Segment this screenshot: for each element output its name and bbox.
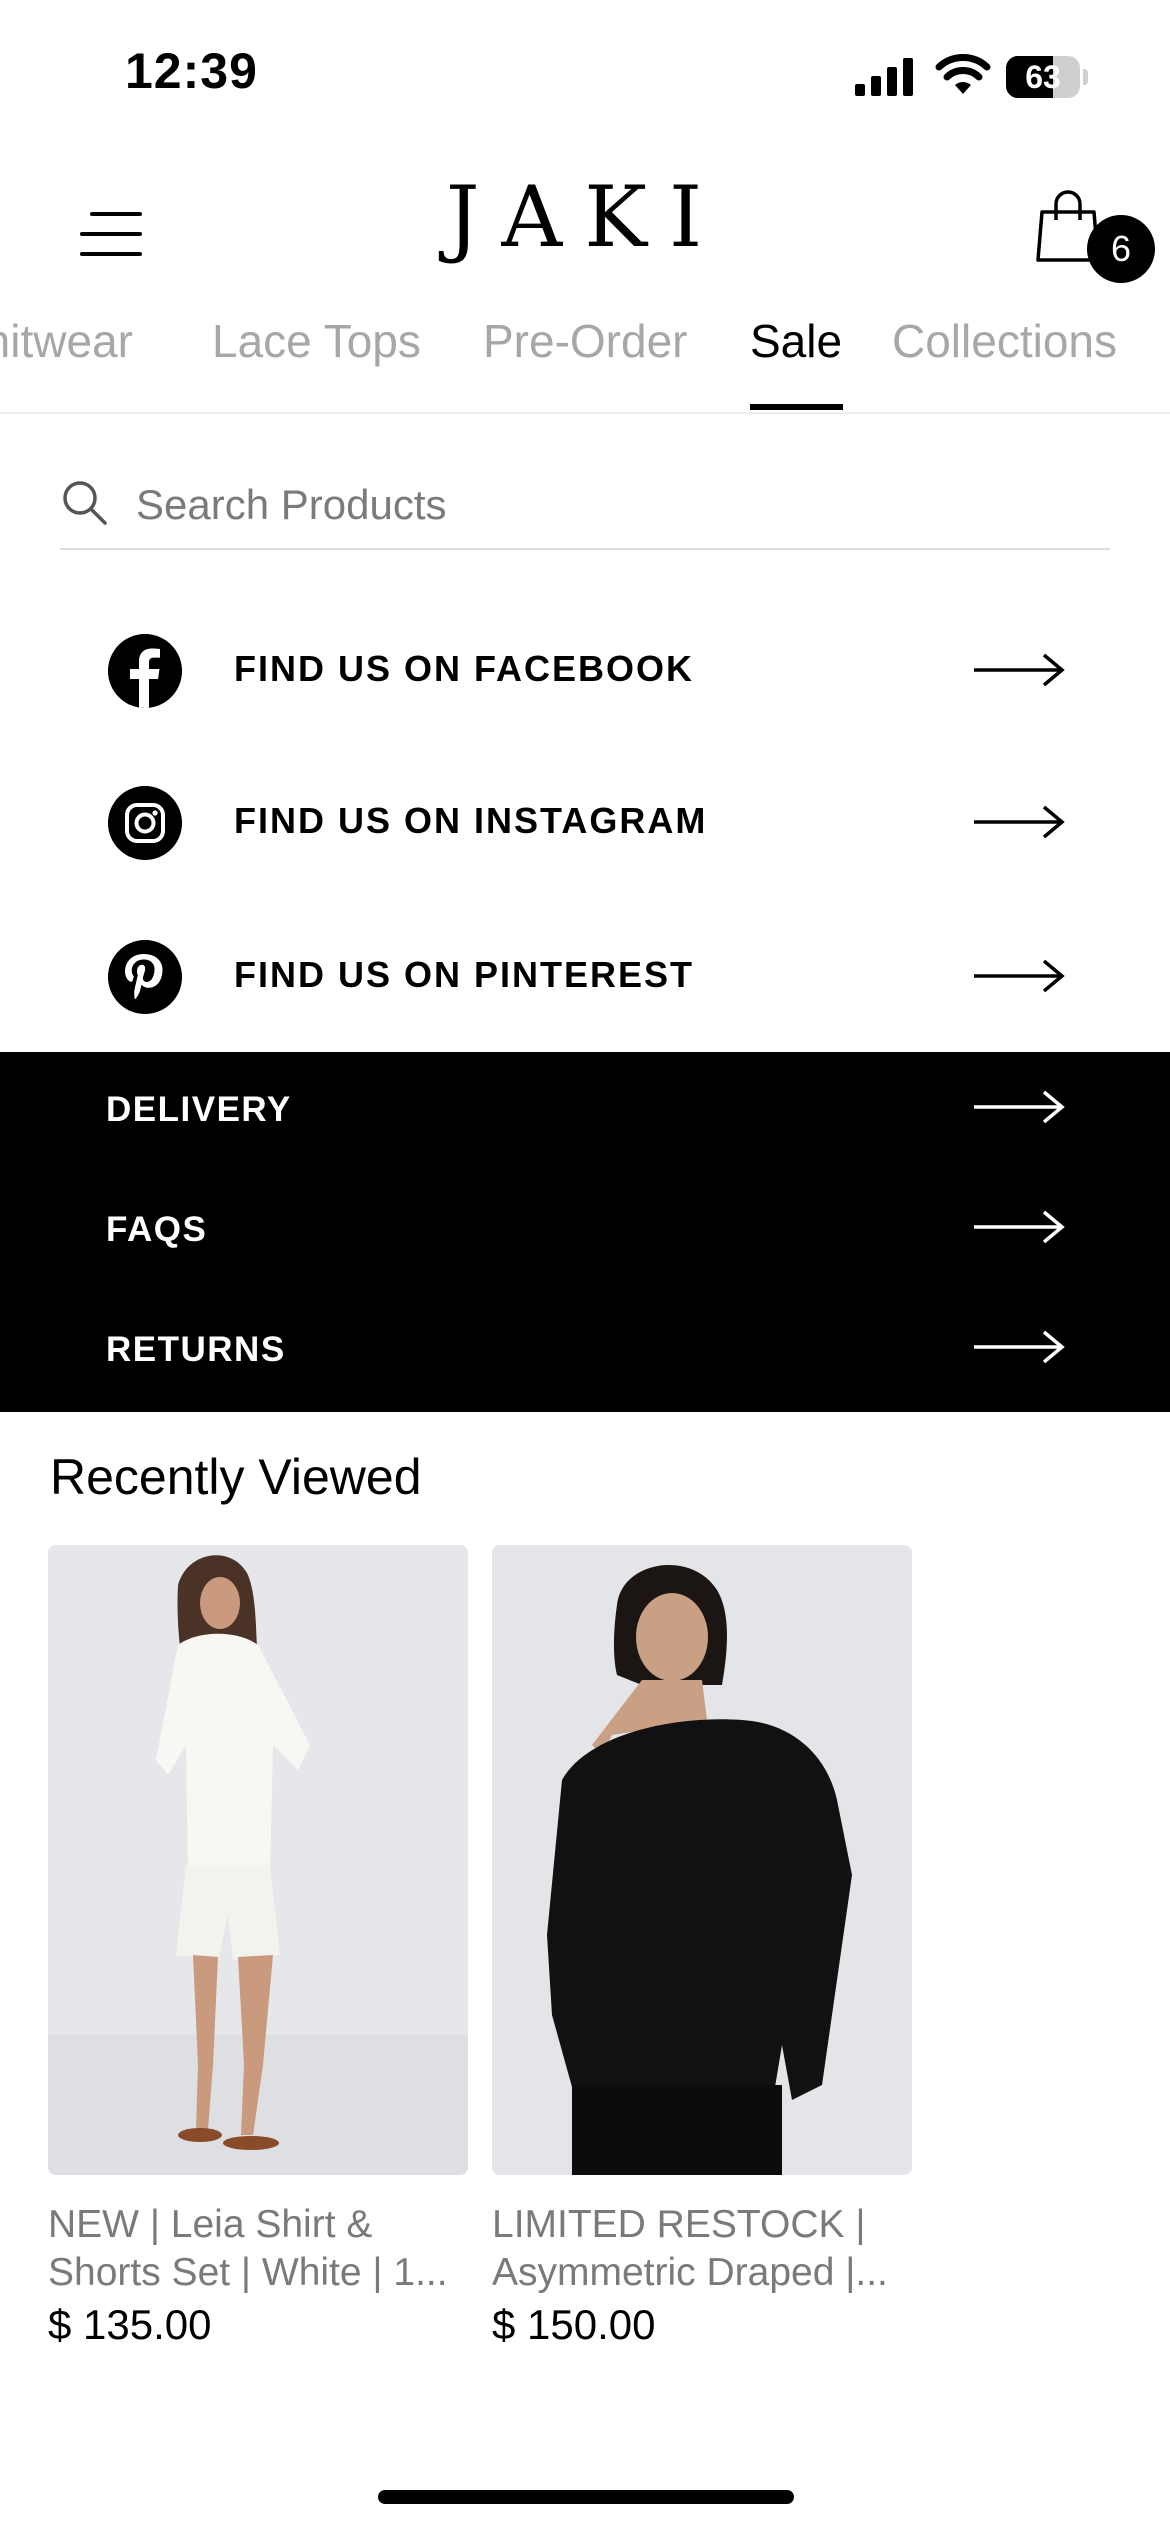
search-input[interactable] <box>136 470 1096 540</box>
status-bar: 12:39 63 <box>0 0 1170 150</box>
pinterest-icon <box>108 940 182 1014</box>
app-header: JAKI 6 <box>0 150 1170 320</box>
info-label: RETURNS <box>106 1330 286 1369</box>
social-link-facebook[interactable]: FIND US ON FACEBOOK <box>0 600 1170 740</box>
category-tabs: Knitwear Lace Tops Pre-Order Sale Collec… <box>0 300 1170 414</box>
product-name-line: LIMITED RESTOCK | <box>492 2203 866 2246</box>
product-price: $ 135.00 <box>48 2301 212 2348</box>
info-links-section: DELIVERY FAQS RETURNS <box>0 1052 1170 1412</box>
active-tab-underline <box>750 404 843 410</box>
social-link-instagram[interactable]: FIND US ON INSTAGRAM <box>0 752 1170 892</box>
social-label: FIND US ON PINTEREST <box>234 954 695 995</box>
info-label: DELIVERY <box>106 1090 292 1129</box>
cart-count-badge: 6 <box>1087 215 1155 283</box>
battery-indicator: 63 <box>1006 56 1088 98</box>
battery-cap <box>1083 69 1088 85</box>
tab-knitwear[interactable]: Knitwear <box>0 314 133 368</box>
product-name: LIMITED RESTOCK | Asymmetric Draped |... <box>492 2201 912 2297</box>
instagram-icon <box>108 786 182 860</box>
recently-viewed-title: Recently Viewed <box>50 1449 422 1505</box>
wifi-icon <box>935 54 991 94</box>
tab-collections[interactable]: Collections <box>892 314 1117 368</box>
social-link-pinterest[interactable]: FIND US ON PINTEREST <box>0 906 1170 1046</box>
social-label: FIND US ON INSTAGRAM <box>234 800 708 841</box>
info-link-faqs[interactable]: FAQS <box>0 1172 1170 1282</box>
product-name-line: Shorts Set | White | 1... <box>48 2251 448 2294</box>
status-time: 12:39 <box>125 43 258 99</box>
search-icon[interactable] <box>60 478 108 526</box>
product-photo-white-set <box>48 1545 468 2175</box>
product-photo-black-top <box>492 1545 912 2175</box>
info-link-returns[interactable]: RETURNS <box>0 1292 1170 1402</box>
battery-body: 63 <box>1006 56 1080 98</box>
arrow-right-icon <box>974 1210 1065 1244</box>
arrow-right-icon <box>974 1330 1065 1364</box>
product-image[interactable] <box>492 1545 912 2175</box>
social-label: FIND US ON FACEBOOK <box>234 648 695 689</box>
tab-pre-order[interactable]: Pre-Order <box>483 314 687 368</box>
cellular-signal-icon <box>855 58 913 96</box>
product-image[interactable] <box>48 1545 468 2175</box>
info-link-delivery[interactable]: DELIVERY <box>0 1052 1170 1162</box>
search-bar <box>60 470 1110 550</box>
battery-percent: 63 <box>1025 59 1061 95</box>
brand-logo[interactable]: JAKI <box>0 168 1170 266</box>
tab-sale[interactable]: Sale <box>750 314 842 368</box>
arrow-right-icon <box>974 805 1065 839</box>
cart-button[interactable]: 6 <box>1030 170 1155 283</box>
arrow-right-icon <box>974 1090 1065 1124</box>
facebook-icon <box>108 634 182 708</box>
product-price: $ 150.00 <box>492 2301 656 2348</box>
product-name-line: NEW | Leia Shirt & <box>48 2203 373 2246</box>
product-name: NEW | Leia Shirt & Shorts Set | White | … <box>48 2201 468 2297</box>
info-label: FAQS <box>106 1210 208 1249</box>
arrow-right-icon <box>974 959 1065 993</box>
home-indicator[interactable] <box>378 2490 794 2504</box>
arrow-right-icon <box>974 653 1065 687</box>
tab-lace-tops[interactable]: Lace Tops <box>212 314 421 368</box>
product-name-line: Asymmetric Draped |... <box>492 2251 888 2294</box>
